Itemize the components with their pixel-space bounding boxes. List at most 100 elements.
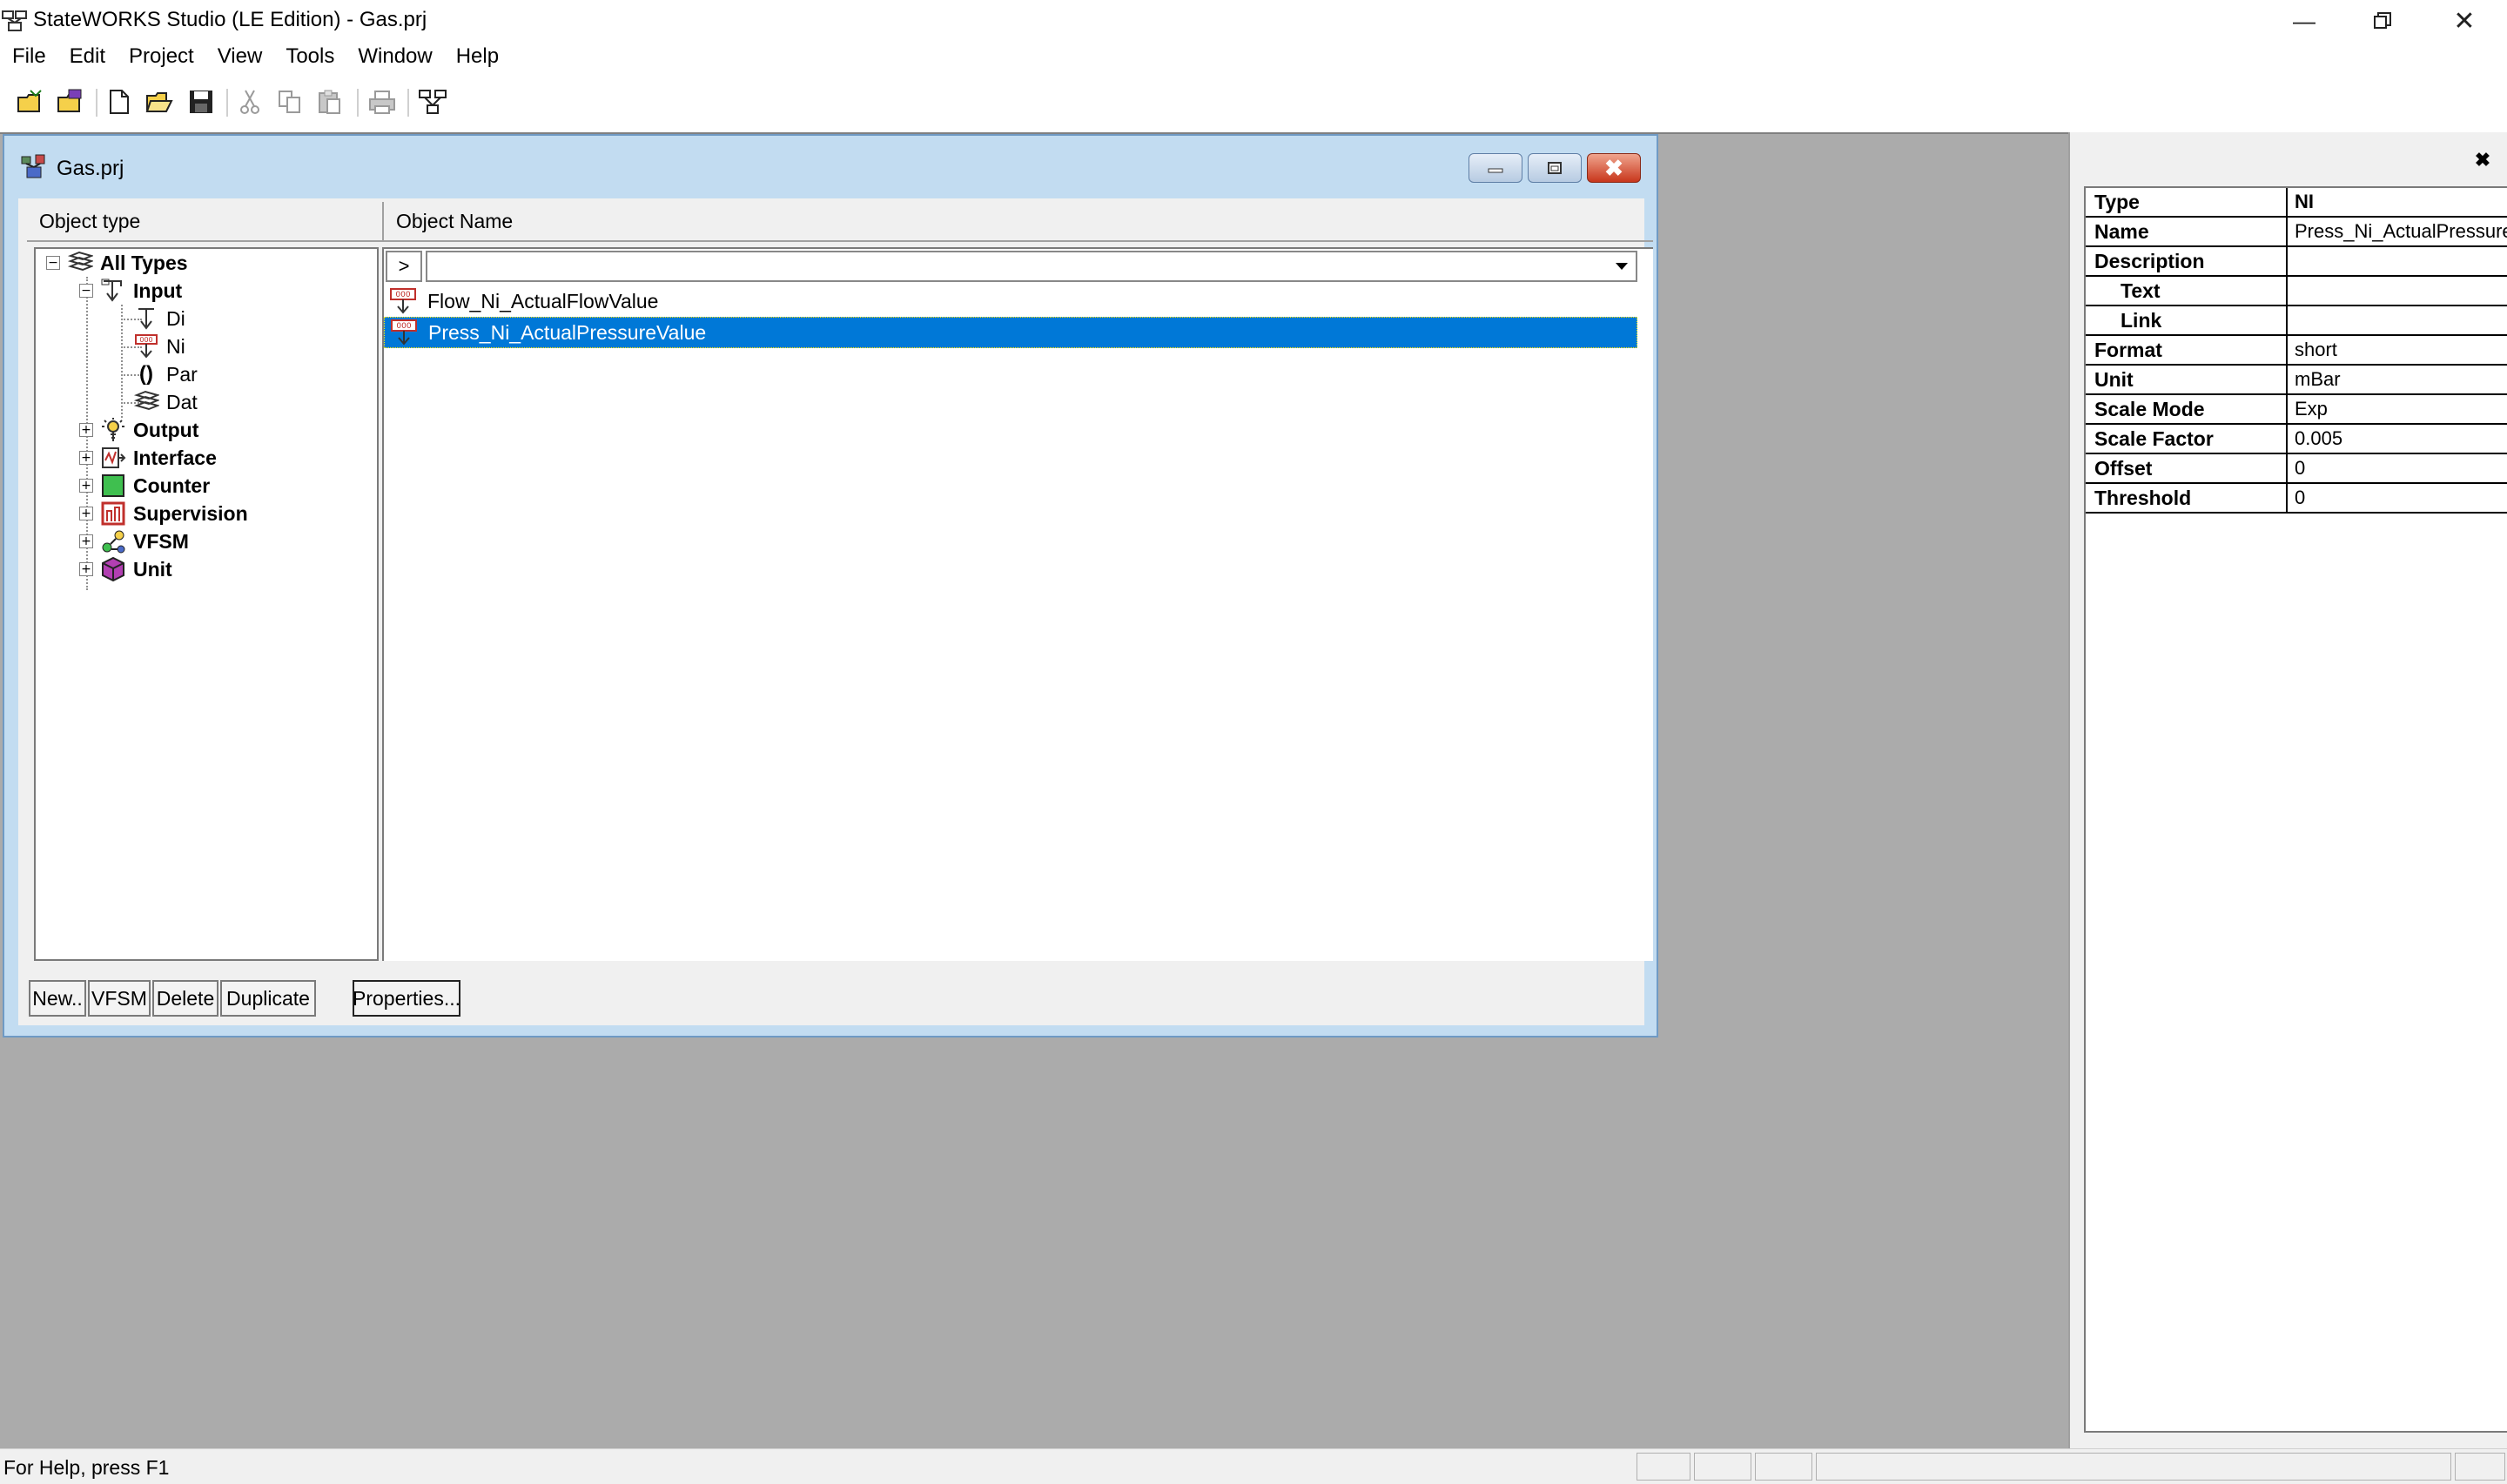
- list-item[interactable]: 000 Flow_Ni_ActualFlowValue: [384, 285, 1637, 317]
- tree-item-input[interactable]: Input: [100, 277, 182, 305]
- property-value[interactable]: 0: [2288, 454, 2507, 484]
- menu-help[interactable]: Help: [444, 44, 510, 69]
- object-type-tree[interactable]: − All Types − Input Di 000 Ni () Par Dat…: [34, 247, 379, 961]
- restore-button[interactable]: [2343, 0, 2422, 42]
- expand-toggle[interactable]: +: [79, 562, 93, 576]
- collapse-toggle[interactable]: −: [46, 256, 60, 270]
- tree-item-par[interactable]: () Par: [133, 360, 198, 388]
- menu-window[interactable]: Window: [346, 44, 443, 69]
- property-row-format[interactable]: Format short: [2086, 336, 2507, 366]
- vfsm-button[interactable]: VFSM: [88, 980, 151, 1017]
- tree-item-all-types[interactable]: All Types: [67, 249, 188, 277]
- new-file-button[interactable]: [103, 85, 136, 118]
- duplicate-button[interactable]: Duplicate: [220, 980, 316, 1017]
- menu-tools[interactable]: Tools: [273, 44, 346, 69]
- properties-panel: ✖ Type NI Name Press_Ni_ActualPressureVa…: [2068, 132, 2507, 1448]
- name-filter-combobox[interactable]: [426, 251, 1637, 282]
- tree-item-ni[interactable]: 000 Ni: [133, 332, 185, 360]
- property-row-scale-factor[interactable]: Scale Factor 0.005: [2086, 425, 2507, 454]
- property-value[interactable]: [2288, 247, 2507, 277]
- property-value[interactable]: Press_Ni_ActualPressureValue: [2288, 218, 2507, 247]
- open-folder-icon: [145, 92, 173, 112]
- tree-item-counter[interactable]: Counter: [100, 472, 210, 500]
- expand-toggle[interactable]: +: [79, 479, 93, 493]
- status-text: For Help, press F1: [3, 1456, 170, 1479]
- print-button[interactable]: [366, 85, 399, 118]
- save-button[interactable]: [185, 85, 218, 118]
- save-project-button[interactable]: [54, 85, 87, 118]
- collapse-toggle[interactable]: −: [79, 284, 93, 298]
- property-row-link[interactable]: Link: [2086, 306, 2507, 336]
- new-button[interactable]: New..: [29, 980, 86, 1017]
- parameter-icon: (): [139, 362, 153, 386]
- object-name: Press_Ni_ActualPressureValue: [428, 320, 707, 344]
- close-button[interactable]: ✕: [2425, 0, 2504, 42]
- child-restore-button[interactable]: [1528, 153, 1582, 183]
- tree-label: Unit: [133, 557, 172, 581]
- status-bar: For Help, press F1: [0, 1448, 2507, 1484]
- property-row-description[interactable]: Description: [2086, 247, 2507, 277]
- project-icon[interactable]: [20, 151, 48, 179]
- open-project-button[interactable]: [14, 85, 47, 118]
- tree-item-di[interactable]: Di: [133, 305, 185, 332]
- tree-item-interface[interactable]: Interface: [100, 444, 217, 472]
- properties-button[interactable]: Properties...: [353, 980, 460, 1017]
- property-value[interactable]: mBar: [2288, 366, 2507, 395]
- close-icon[interactable]: ✖: [2470, 148, 2495, 172]
- tree-label: Output: [133, 418, 199, 441]
- child-close-button[interactable]: ✖: [1587, 153, 1641, 183]
- property-row-type[interactable]: Type NI: [2086, 188, 2507, 218]
- menu-view[interactable]: View: [205, 44, 274, 69]
- close-icon: ✕: [2453, 6, 2476, 36]
- tree-item-dat[interactable]: Dat: [133, 388, 198, 416]
- interface-icon: [100, 445, 126, 471]
- tree-item-vfsm[interactable]: VFSM: [100, 527, 189, 555]
- expand-toggle[interactable]: +: [79, 507, 93, 520]
- property-row-offset[interactable]: Offset 0: [2086, 454, 2507, 484]
- property-value[interactable]: Exp: [2288, 395, 2507, 425]
- delete-button[interactable]: Delete: [152, 980, 218, 1017]
- property-row-name[interactable]: Name Press_Ni_ActualPressureValue: [2086, 218, 2507, 247]
- menu-file[interactable]: File: [0, 44, 57, 69]
- tree-item-output[interactable]: Output: [100, 416, 198, 444]
- expand-toggle[interactable]: +: [79, 451, 93, 465]
- tree-label: Dat: [166, 390, 198, 413]
- list-item-selected[interactable]: 000 Press_Ni_ActualPressureValue: [384, 317, 1637, 348]
- property-value[interactable]: 0.005: [2288, 425, 2507, 454]
- filter-apply-button[interactable]: >: [386, 251, 422, 282]
- menu-edit[interactable]: Edit: [57, 44, 117, 69]
- expand-toggle[interactable]: +: [79, 423, 93, 437]
- paste-button[interactable]: [313, 85, 346, 118]
- toolbar-separator: [226, 89, 228, 117]
- structure-view-button[interactable]: [416, 85, 449, 118]
- tree-label: Interface: [133, 446, 217, 469]
- tree-item-unit[interactable]: Unit: [100, 555, 172, 583]
- copy-button[interactable]: [273, 85, 306, 118]
- property-value[interactable]: 0: [2288, 484, 2507, 514]
- property-row-threshold[interactable]: Threshold 0: [2086, 484, 2507, 514]
- expand-toggle[interactable]: +: [79, 534, 93, 548]
- object-type-header: Object type: [27, 202, 382, 242]
- menu-project[interactable]: Project: [117, 44, 205, 69]
- child-minimize-button[interactable]: [1469, 153, 1522, 183]
- app-icon[interactable]: [2, 9, 28, 33]
- property-row-unit[interactable]: Unit mBar: [2086, 366, 2507, 395]
- tree-item-supervision[interactable]: Supervision: [100, 500, 248, 527]
- object-name-list[interactable]: > 000 Flow_Ni_ActualFlowValue 000 Press_…: [382, 247, 1653, 961]
- project-window-title-bar[interactable]: Gas.prj ✖: [4, 136, 1657, 185]
- property-value[interactable]: [2288, 277, 2507, 306]
- minimize-button[interactable]: —: [2265, 0, 2343, 42]
- property-value[interactable]: short: [2288, 336, 2507, 366]
- open-file-button[interactable]: [143, 85, 176, 118]
- resize-grip[interactable]: [2455, 1453, 2505, 1481]
- property-row-text[interactable]: Text: [2086, 277, 2507, 306]
- chevron-down-icon[interactable]: [1608, 252, 1636, 280]
- property-value[interactable]: [2288, 306, 2507, 336]
- project-window: Gas.prj ✖ Object type Object Name − All …: [3, 134, 1658, 1037]
- tree-label: All Types: [100, 251, 188, 274]
- cut-button[interactable]: [233, 85, 266, 118]
- property-label: Text: [2086, 277, 2288, 306]
- properties-grid[interactable]: Type NI Name Press_Ni_ActualPressureValu…: [2084, 186, 2507, 1433]
- property-row-scale-mode[interactable]: Scale Mode Exp: [2086, 395, 2507, 425]
- toolbar-separator: [357, 89, 359, 117]
